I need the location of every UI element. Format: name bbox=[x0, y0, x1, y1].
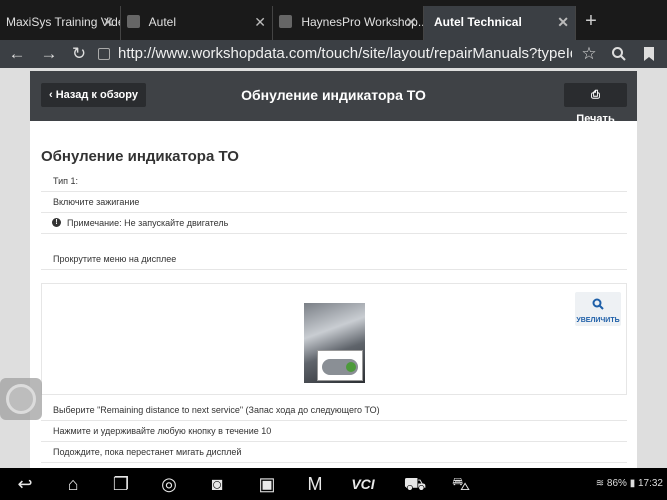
chevron-left-icon: ‹ bbox=[49, 89, 56, 101]
new-tab-icon[interactable]: + bbox=[579, 6, 603, 36]
step-row: Тип 1: bbox=[41, 171, 627, 192]
favicon-icon bbox=[127, 15, 140, 28]
button-detail-inset bbox=[317, 350, 363, 381]
step-row: Выберите "Remaining distance to next ser… bbox=[41, 400, 627, 421]
bookmark-icon[interactable] bbox=[634, 40, 664, 68]
step-row: Подождите, пока перестанет мигать диспле… bbox=[41, 442, 627, 463]
browser-tab[interactable]: MaxiSys Training Vide... ✕ bbox=[0, 6, 121, 40]
back-label: Назад к обзору bbox=[55, 89, 138, 101]
print-button[interactable]: ⎙ Печать bbox=[564, 83, 627, 125]
step-row: Включите зажигание bbox=[41, 192, 627, 213]
search-icon[interactable] bbox=[604, 40, 634, 68]
browser-tab-active[interactable]: Autel Technical ✕ bbox=[424, 6, 576, 40]
button-highlight bbox=[346, 362, 356, 372]
close-icon[interactable]: ✕ bbox=[405, 6, 417, 38]
home-icon[interactable]: ⌂ bbox=[56, 472, 90, 496]
wifi-icon: ≋ bbox=[595, 478, 607, 489]
step-row: Нажмите и удерживайте любую кнопку в теч… bbox=[41, 421, 627, 442]
battery-icon: ▮ bbox=[629, 478, 638, 489]
back-to-overview-button[interactable]: ‹ Назад к обзору bbox=[41, 83, 146, 107]
status-area: ≋ 86% ▮ 17:32 bbox=[596, 468, 667, 500]
url-field[interactable]: http://www.workshopdata.com/touch/site/l… bbox=[118, 40, 572, 68]
browser-tab[interactable]: HaynesPro Workshop... ✕ bbox=[273, 6, 424, 40]
browser-tab[interactable]: Autel ✕ bbox=[121, 6, 273, 40]
tab-label: Autel bbox=[148, 15, 177, 29]
page-icon bbox=[98, 48, 110, 60]
clock: 17:32 bbox=[637, 478, 663, 489]
address-bar: ← → ↻ http://www.workshopdata.com/touch/… bbox=[0, 40, 667, 68]
image-panel: УВЕЛИЧИТЬ bbox=[41, 283, 627, 395]
close-icon[interactable]: ✕ bbox=[557, 6, 569, 38]
exclamation-icon: ! bbox=[52, 218, 61, 227]
content-panel: Обнуление индикатора ТО Тип 1: Включите … bbox=[30, 121, 637, 468]
tab-label: Autel Technical bbox=[434, 15, 522, 29]
steering-wheel-image[interactable] bbox=[304, 303, 365, 383]
screen-capture-icon[interactable]: ▣ bbox=[250, 472, 284, 496]
vci-icon[interactable]: VCI bbox=[346, 472, 380, 496]
web-page: Обнуление индикатора ТО ‹ Назад к обзору… bbox=[0, 68, 667, 468]
forward-arrow-icon[interactable]: → bbox=[34, 40, 64, 68]
reload-icon[interactable]: ↻ bbox=[64, 40, 94, 68]
note-text: Примечание: Не запускайте двигатель bbox=[67, 218, 229, 228]
zoom-button[interactable]: УВЕЛИЧИТЬ bbox=[575, 292, 621, 326]
car-icon[interactable]: ⛟ bbox=[398, 472, 432, 496]
page-header: Обнуление индикатора ТО ‹ Назад к обзору… bbox=[30, 71, 637, 125]
back-icon[interactable]: ↩ bbox=[8, 472, 42, 496]
chrome-icon[interactable]: ◎ bbox=[152, 472, 186, 496]
maxisys-icon[interactable]: M bbox=[298, 472, 332, 496]
camera-icon[interactable]: ◙ bbox=[200, 472, 234, 496]
browser-tab-bar: MaxiSys Training Vide... ✕ Autel ✕ Hayne… bbox=[0, 0, 667, 40]
close-icon[interactable]: ✕ bbox=[254, 6, 266, 38]
zoom-label: УВЕЛИЧИТЬ bbox=[576, 317, 620, 324]
system-nav-bar: ↩ ⌂ ❐ ◎ ◙ ▣ M VCI ⛟ ⛍ ≋ 86% ▮ 17:32 bbox=[0, 468, 667, 500]
favicon-icon bbox=[279, 15, 292, 28]
step-row: Прокрутите меню на дисплее bbox=[41, 249, 627, 270]
note-row: ! Примечание: Не запускайте двигатель bbox=[41, 213, 627, 234]
magnifier-icon bbox=[592, 298, 604, 310]
battery-level: 86% bbox=[606, 478, 627, 489]
recent-apps-icon[interactable]: ❐ bbox=[104, 472, 138, 496]
service-icon[interactable]: ⛍ bbox=[444, 472, 478, 496]
back-arrow-icon[interactable]: ← bbox=[2, 40, 32, 68]
assistive-touch-icon bbox=[6, 384, 36, 414]
printer-icon: ⎙ bbox=[591, 89, 600, 101]
section-heading: Обнуление индикатора ТО bbox=[41, 148, 239, 165]
close-icon[interactable]: ✕ bbox=[102, 6, 114, 38]
floating-assistive-button[interactable] bbox=[0, 378, 42, 420]
star-icon[interactable]: ☆ bbox=[574, 40, 604, 68]
